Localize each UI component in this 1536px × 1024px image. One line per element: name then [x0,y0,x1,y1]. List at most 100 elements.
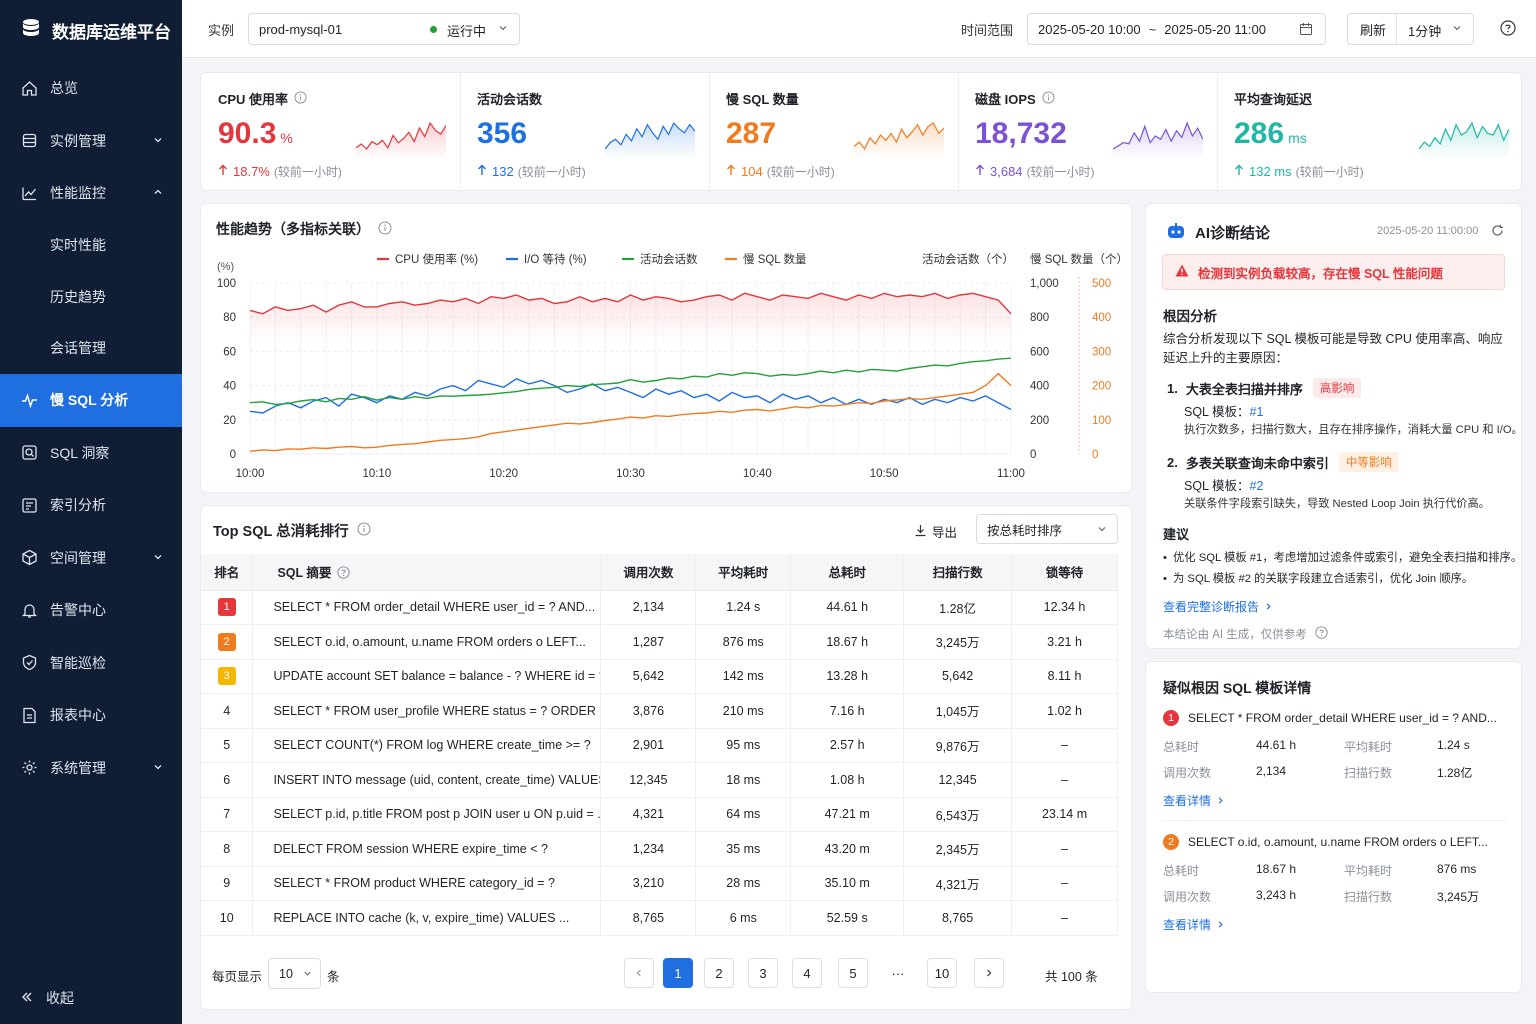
sidebar-item-label: SQL 洞察 [50,444,110,461]
calendar-icon [1299,22,1313,39]
pulse-icon [20,391,38,409]
sort-label: 按总耗时排序 [987,523,1063,538]
metric-title-text: 平均查询延迟 [1234,92,1313,107]
search-icon [20,444,38,462]
next-page-button[interactable] [974,958,1004,988]
chevron-down-icon [1096,523,1108,538]
refresh-icon[interactable] [1491,224,1504,240]
page-button[interactable]: 4 [792,958,822,988]
sidebar-item-b-1[interactable]: SQL 洞察 [0,427,182,480]
column-header[interactable]: SQL 摘要 [252,554,602,591]
help-icon[interactable] [337,566,351,582]
calls-cell: 1,234 [600,831,697,867]
avg-cell: 210 ms [695,693,792,729]
sql-summary[interactable]: INSERT INTO message (uid, content, creat… [252,762,602,798]
sidebar-item-a-1[interactable]: 实例管理 [0,115,182,168]
template-link[interactable]: #1 [1250,405,1264,419]
sidebar-item-b-6[interactable]: 报表中心 [0,689,182,742]
metric-delta-value: 18.7% [233,164,270,179]
suspect-rank-badge: 1 [1163,710,1179,726]
page-button[interactable]: 10 [927,958,957,988]
sql-summary[interactable]: SELECT * FROM product WHERE category_id … [252,866,602,901]
arrow-up-icon [975,164,985,179]
column-header[interactable]: 锁等待 [1011,554,1118,591]
trend-card: 性能趋势（多指标关联） CPU 使用率 (%) I/O 等待 (%) 活动会话数慢 … [200,203,1132,493]
sidebar-item-b-7[interactable]: 系统管理 [0,742,182,795]
prev-page-button[interactable] [624,958,654,988]
rank-cell: 1 [201,590,254,625]
sidebar-item-b-4[interactable]: 告警中心 [0,584,182,637]
suspect-calls-value: 2,134 [1256,764,1287,778]
suspect-item[interactable]: 2 SELECT o.id, o.amount, u.name FROM orde… [1163,834,1488,850]
sidebar-item-b-2[interactable]: 索引分析 [0,479,182,532]
page-size-select[interactable]: 10 [268,958,321,989]
collapse-button[interactable]: 收起 [20,988,74,1008]
sql-summary[interactable]: SELECT * FROM order_detail WHERE user_id… [252,590,602,625]
info-icon[interactable] [357,522,371,539]
help-icon[interactable] [1315,626,1328,642]
sidebar-subitem[interactable]: 会话管理 [0,323,182,375]
suspect-detail-link[interactable]: 查看详情 [1163,792,1225,809]
help-icon[interactable] [1500,20,1516,39]
chevron-down-icon [152,760,164,776]
suspect-item[interactable]: 1 SELECT * FROM order_detail WHERE user_i… [1163,710,1497,726]
metric-title: 慢 SQL 数量 [726,89,799,108]
table-row[interactable]: 7 SELECT p.id, p.title FROM post p JOIN u… [201,797,1118,832]
y-right1-tick: 600 [1030,346,1049,358]
info-icon[interactable] [294,90,307,107]
full-report-link[interactable]: 查看完整诊断报告 [1163,598,1273,615]
refresh-interval-select[interactable]: 1分钟 [1408,21,1441,40]
table-row[interactable]: 6 INSERT INTO message (uid, content, crea… [201,762,1118,798]
table-row[interactable]: 8 DELECT FROM session WHERE expire_time <… [201,831,1118,867]
sidebar-item-b-5[interactable]: 智能巡检 [0,637,182,690]
sql-summary[interactable]: SELECT * FROM user_profile WHERE status … [252,693,602,729]
table-row[interactable]: 1 SELECT * FROM order_detail WHERE user_i… [201,590,1118,625]
time-range-picker[interactable]: 2025-05-20 10:00 ~ 2025-05-20 11:00 [1027,13,1326,45]
sql-summary[interactable]: REPLACE INTO cache (k, v, expire_time) V… [252,900,602,936]
sidebar-subitem[interactable]: 实时性能 [0,220,182,272]
time-separator: ~ [1148,21,1157,37]
sql-summary[interactable]: SELECT o.id, o.amount, u.name FROM order… [252,624,602,660]
table-row[interactable]: 4 SELECT * FROM user_profile WHERE status… [201,693,1118,729]
sidebar-item-b-3[interactable]: 空间管理 [0,532,182,585]
sidebar-subitem[interactable]: 历史趋势 [0,271,182,323]
column-header[interactable]: 平均耗时 [695,554,792,591]
page-button[interactable]: 3 [748,958,778,988]
lock-cell: 12.34 h [1011,590,1118,625]
template-link[interactable]: #2 [1250,479,1264,493]
column-header[interactable]: 调用次数 [600,554,697,591]
export-button[interactable]: 导出 [914,522,957,541]
column-header[interactable]: 排名 [201,554,254,591]
page-button[interactable]: 1 [663,958,693,988]
metric-value: 286 ms [1234,117,1307,151]
table-row[interactable]: 10 REPLACE INTO cache (k, v, expire_time)… [201,900,1118,936]
metric-card: 平均查询延迟 286 ms 132 ms (较前一小时) [1217,73,1523,192]
suspect-detail-link[interactable]: 查看详情 [1163,916,1225,933]
column-header[interactable]: 总耗时 [790,554,905,591]
metric-title: CPU 使用率 [218,89,307,108]
sql-summary[interactable]: UPDATE account SET balance = balance - ?… [252,659,602,694]
sort-select[interactable]: 按总耗时排序 [976,514,1118,544]
sidebar-item-a-2[interactable]: 性能监控 [0,167,182,220]
sql-summary[interactable]: SELECT COUNT(*) FROM log WHERE create_ti… [252,728,602,763]
table-row[interactable]: 2 SELECT o.id, o.amount, u.name FROM orde… [201,624,1118,660]
column-header[interactable]: 扫描行数 [903,554,1013,591]
page-button[interactable]: 5 [838,958,868,988]
sidebar-item-b-0[interactable]: 慢 SQL 分析 [0,374,182,427]
table-row[interactable]: 9 SELECT * FROM product WHERE category_id… [201,866,1118,901]
app-title: 数据库运维平台 [52,22,171,42]
refresh-button[interactable]: 刷新 [1360,20,1386,39]
sidebar-item-a-0[interactable]: 总览 [0,62,182,115]
sql-summary[interactable]: SELECT p.id, p.title FROM post p JOIN us… [252,797,602,832]
metric-value: 287 [726,117,776,151]
cause-item: 1. 大表全表扫描并排序 高影响 [1167,378,1362,398]
table-row[interactable]: 5 SELECT COUNT(*) FROM log WHERE create_t… [201,728,1118,763]
info-icon[interactable] [1042,90,1055,107]
rows-cell: 1.28亿 [903,590,1013,625]
instance-status: 运行中 [447,24,487,39]
sql-summary[interactable]: DELECT FROM session WHERE expire_time < … [252,831,602,867]
table-row[interactable]: 3 UPDATE account SET balance = balance - … [201,659,1118,694]
metric-delta: 18.7% (较前一小时) [218,163,342,180]
instance-select[interactable]: prod-mysql-01 运行中 [248,13,520,45]
page-button[interactable]: 2 [704,958,734,988]
